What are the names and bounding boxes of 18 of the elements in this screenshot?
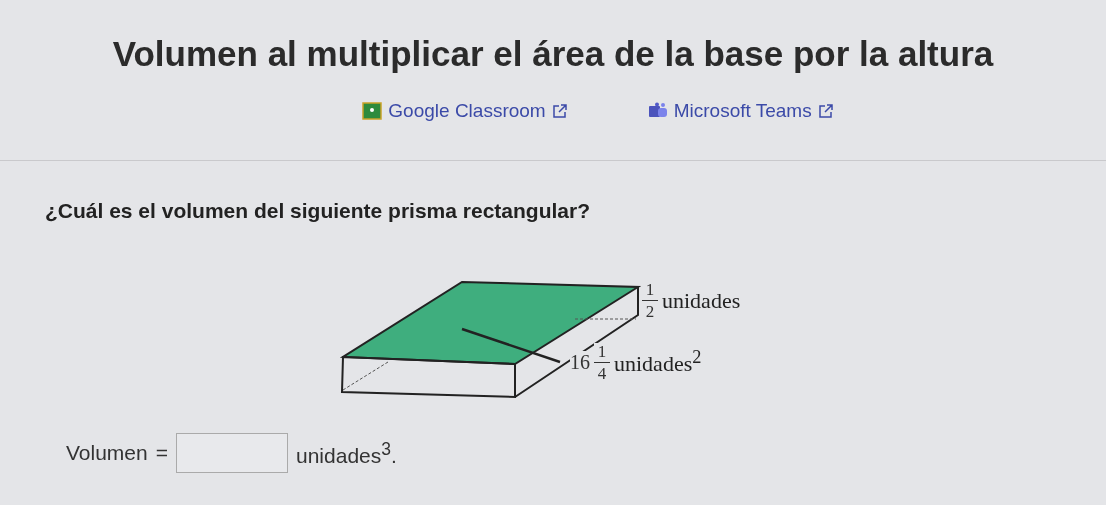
question-text: ¿Cuál es el volumen del siguiente prisma rectangular?	[45, 199, 591, 223]
classroom-icon	[362, 102, 383, 120]
equals-sign: =	[155, 441, 168, 465]
numerator: 1	[597, 343, 607, 360]
answer-field[interactable]	[176, 433, 288, 473]
volume-label: Volumen	[66, 441, 148, 465]
unit-label: unidades	[662, 287, 741, 314]
external-link-icon	[551, 103, 568, 119]
unit-label: unidades$^{2}$	[614, 347, 702, 378]
denominator: 2	[645, 303, 655, 320]
share-link[interactable]: Google Classroom	[362, 100, 568, 122]
external-link-icon	[817, 103, 834, 119]
teams-icon	[647, 102, 668, 120]
denominator: 4	[597, 365, 607, 382]
page-title: Volumen al multiplicar el área de la base por la altura	[111, 33, 995, 74]
numerator: 1	[645, 281, 655, 298]
share-link[interactable]: Microsoft Teams	[647, 100, 834, 122]
unit-label: unidades$^{3}$.	[296, 438, 397, 468]
